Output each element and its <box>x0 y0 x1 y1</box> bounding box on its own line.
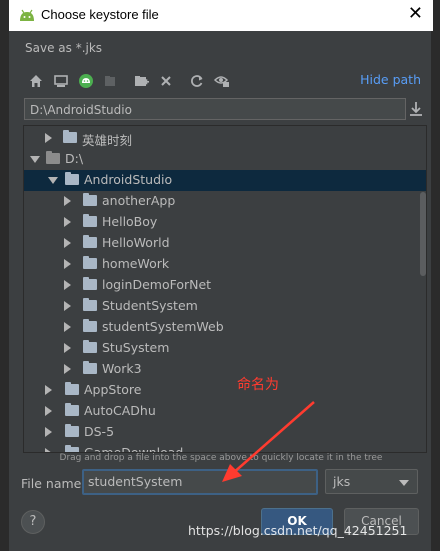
tree-scrollbar[interactable] <box>420 192 426 276</box>
tree-row-label: HelloWorld <box>102 235 170 250</box>
tree-row[interactable]: HelloWorld <box>24 233 426 254</box>
collapse-arrow-icon[interactable] <box>48 177 58 184</box>
new-folder-icon[interactable] <box>132 72 150 90</box>
folder-icon <box>65 172 79 185</box>
show-hidden-icon[interactable] <box>213 72 231 90</box>
tree-row[interactable]: StudentSystem <box>24 296 426 317</box>
annotation-arrow-icon <box>222 401 315 482</box>
tree-row[interactable]: anotherApp <box>24 191 426 212</box>
tree-row-label: AppStore <box>84 382 142 397</box>
tree-row-label: AutoCADhu <box>84 403 156 418</box>
expand-arrow-icon[interactable] <box>64 259 71 269</box>
annotation-text: 命名为 <box>237 377 279 393</box>
tree-row-label: StudentSystem <box>102 298 198 313</box>
folder-icon <box>83 193 97 206</box>
expand-arrow-icon[interactable] <box>45 406 52 416</box>
folder-icon <box>83 214 97 227</box>
folder-icon <box>65 424 79 437</box>
file-name-label: File name: <box>21 476 86 491</box>
file-toolbar: Hide path <box>25 70 425 92</box>
tree-row-label: homeWork <box>102 256 170 271</box>
tree-row-label: AndroidStudio <box>84 172 173 187</box>
expand-arrow-icon[interactable] <box>64 301 71 311</box>
tree-row[interactable]: StuSystem <box>24 338 426 359</box>
expand-arrow-icon[interactable] <box>64 238 71 248</box>
tree-row-label: StuSystem <box>102 340 170 355</box>
tree-row-label: studentSystemWeb <box>102 319 224 334</box>
chevron-down-icon <box>399 480 409 486</box>
home-icon[interactable] <box>27 72 45 90</box>
background-window-left <box>0 0 8 551</box>
delete-icon[interactable] <box>157 72 175 90</box>
tree-row-label: GameDownload <box>84 445 184 453</box>
extension-value: jks <box>333 474 351 489</box>
expand-arrow-icon[interactable] <box>64 196 71 206</box>
tree-row[interactable]: homeWork <box>24 254 426 275</box>
folder-icon <box>83 298 97 311</box>
tree-row[interactable]: loginDemoForNet <box>24 275 426 296</box>
save-as-hint: Save as *.jks <box>25 41 103 55</box>
tree-row-selected[interactable]: AndroidStudio <box>24 170 426 191</box>
tree-row-label: anotherApp <box>102 193 176 208</box>
desktop-icon[interactable] <box>52 72 70 90</box>
drive-icon <box>46 151 60 164</box>
tree-row[interactable]: HelloBoy <box>24 212 426 233</box>
dialog-title: Choose keystore file <box>41 7 159 22</box>
expand-arrow-icon[interactable] <box>64 280 71 290</box>
expand-arrow-icon[interactable] <box>45 385 52 395</box>
folder-icon <box>83 235 97 248</box>
tree-row-label: loginDemoForNet <box>102 277 212 292</box>
tree-row-label: DS-5 <box>84 424 115 439</box>
hide-path-link[interactable]: Hide path <box>360 72 421 87</box>
module-icon[interactable] <box>101 72 119 90</box>
folder-icon <box>65 403 79 416</box>
tree-row[interactable]: D:\ <box>24 149 426 170</box>
expand-arrow-icon[interactable] <box>64 364 71 374</box>
folder-icon <box>65 382 79 395</box>
path-input[interactable] <box>25 100 405 120</box>
tree-row-label: HelloBoy <box>102 214 158 229</box>
folder-icon <box>83 256 97 269</box>
tree-row[interactable]: Work3 <box>24 359 426 380</box>
expand-arrow-icon[interactable] <box>64 217 71 227</box>
folder-icon <box>83 340 97 353</box>
folder-icon <box>83 319 97 332</box>
tree-row[interactable]: 英雄时刻 <box>24 128 426 149</box>
tree-row-label: Work3 <box>102 361 142 376</box>
refresh-icon[interactable] <box>188 72 206 90</box>
tree-row-label: D:\ <box>65 151 84 166</box>
close-icon[interactable]: ✕ <box>408 5 423 23</box>
folder-icon <box>83 361 97 374</box>
expand-arrow-icon[interactable] <box>45 133 52 143</box>
expand-arrow-icon[interactable] <box>45 427 52 437</box>
path-field[interactable] <box>24 98 406 120</box>
collapse-arrow-icon[interactable] <box>30 156 40 163</box>
extension-select[interactable]: jks <box>325 469 418 494</box>
tree-row-label: 英雄时刻 <box>82 133 133 148</box>
download-icon[interactable] <box>407 100 425 118</box>
help-button[interactable]: ? <box>21 510 45 534</box>
title-bar: Choose keystore file ✕ <box>9 0 433 31</box>
folder-icon <box>83 277 97 290</box>
tree-row[interactable]: studentSystemWeb <box>24 317 426 338</box>
android-studio-icon <box>20 9 34 21</box>
folder-icon <box>63 130 77 143</box>
watermark: https://blog.csdn.net/qq_42451251 <box>188 523 408 538</box>
expand-arrow-icon[interactable] <box>64 322 71 332</box>
expand-arrow-icon[interactable] <box>64 343 71 353</box>
android-project-icon[interactable] <box>77 72 95 90</box>
background-window-right <box>432 0 440 551</box>
